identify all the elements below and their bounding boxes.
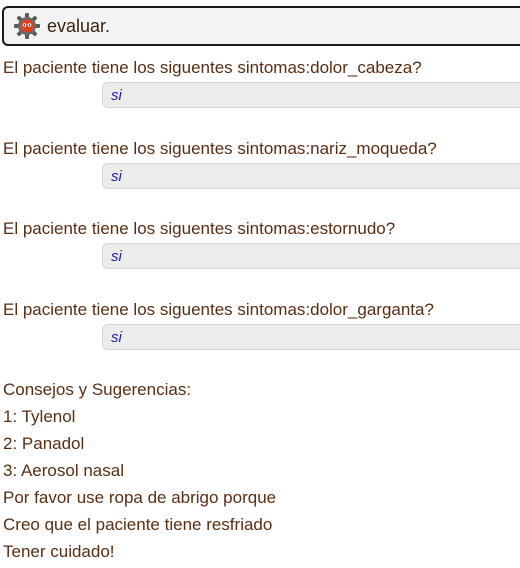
- query-input[interactable]: evaluar.: [2, 6, 520, 46]
- answer-field[interactable]: si: [102, 163, 520, 189]
- answer-value: si: [111, 248, 122, 265]
- advice-item: 3: Aerosol nasal: [3, 461, 124, 480]
- answer-field[interactable]: si: [102, 243, 520, 269]
- query-text: evaluar.: [47, 15, 111, 36]
- advice-line: Tener cuidado!: [3, 542, 115, 561]
- answer-value: si: [111, 329, 122, 346]
- advice-item: 1: Tylenol: [3, 407, 76, 426]
- answer-field[interactable]: si: [102, 82, 520, 108]
- advice-heading: Consejos y Sugerencias:: [3, 380, 192, 399]
- answer-field[interactable]: si: [102, 324, 520, 350]
- gear-icon: [14, 13, 40, 39]
- answer-value: si: [111, 87, 122, 104]
- question-nariz-moqueda: El paciente tiene los siguentes sintomas…: [3, 139, 437, 158]
- question-dolor-garganta: El paciente tiene los siguentes sintomas…: [3, 300, 434, 319]
- answer-value: si: [111, 168, 122, 185]
- advice-line: Por favor use ropa de abrigo porque: [3, 488, 277, 507]
- question-estornudo: El paciente tiene los siguentes sintomas…: [3, 219, 396, 238]
- advice-item: 2: Panadol: [3, 434, 85, 453]
- diagnosis-line: Creo que el paciente tiene resfriado: [3, 515, 273, 534]
- question-dolor-cabeza: El paciente tiene los siguentes sintomas…: [3, 58, 422, 77]
